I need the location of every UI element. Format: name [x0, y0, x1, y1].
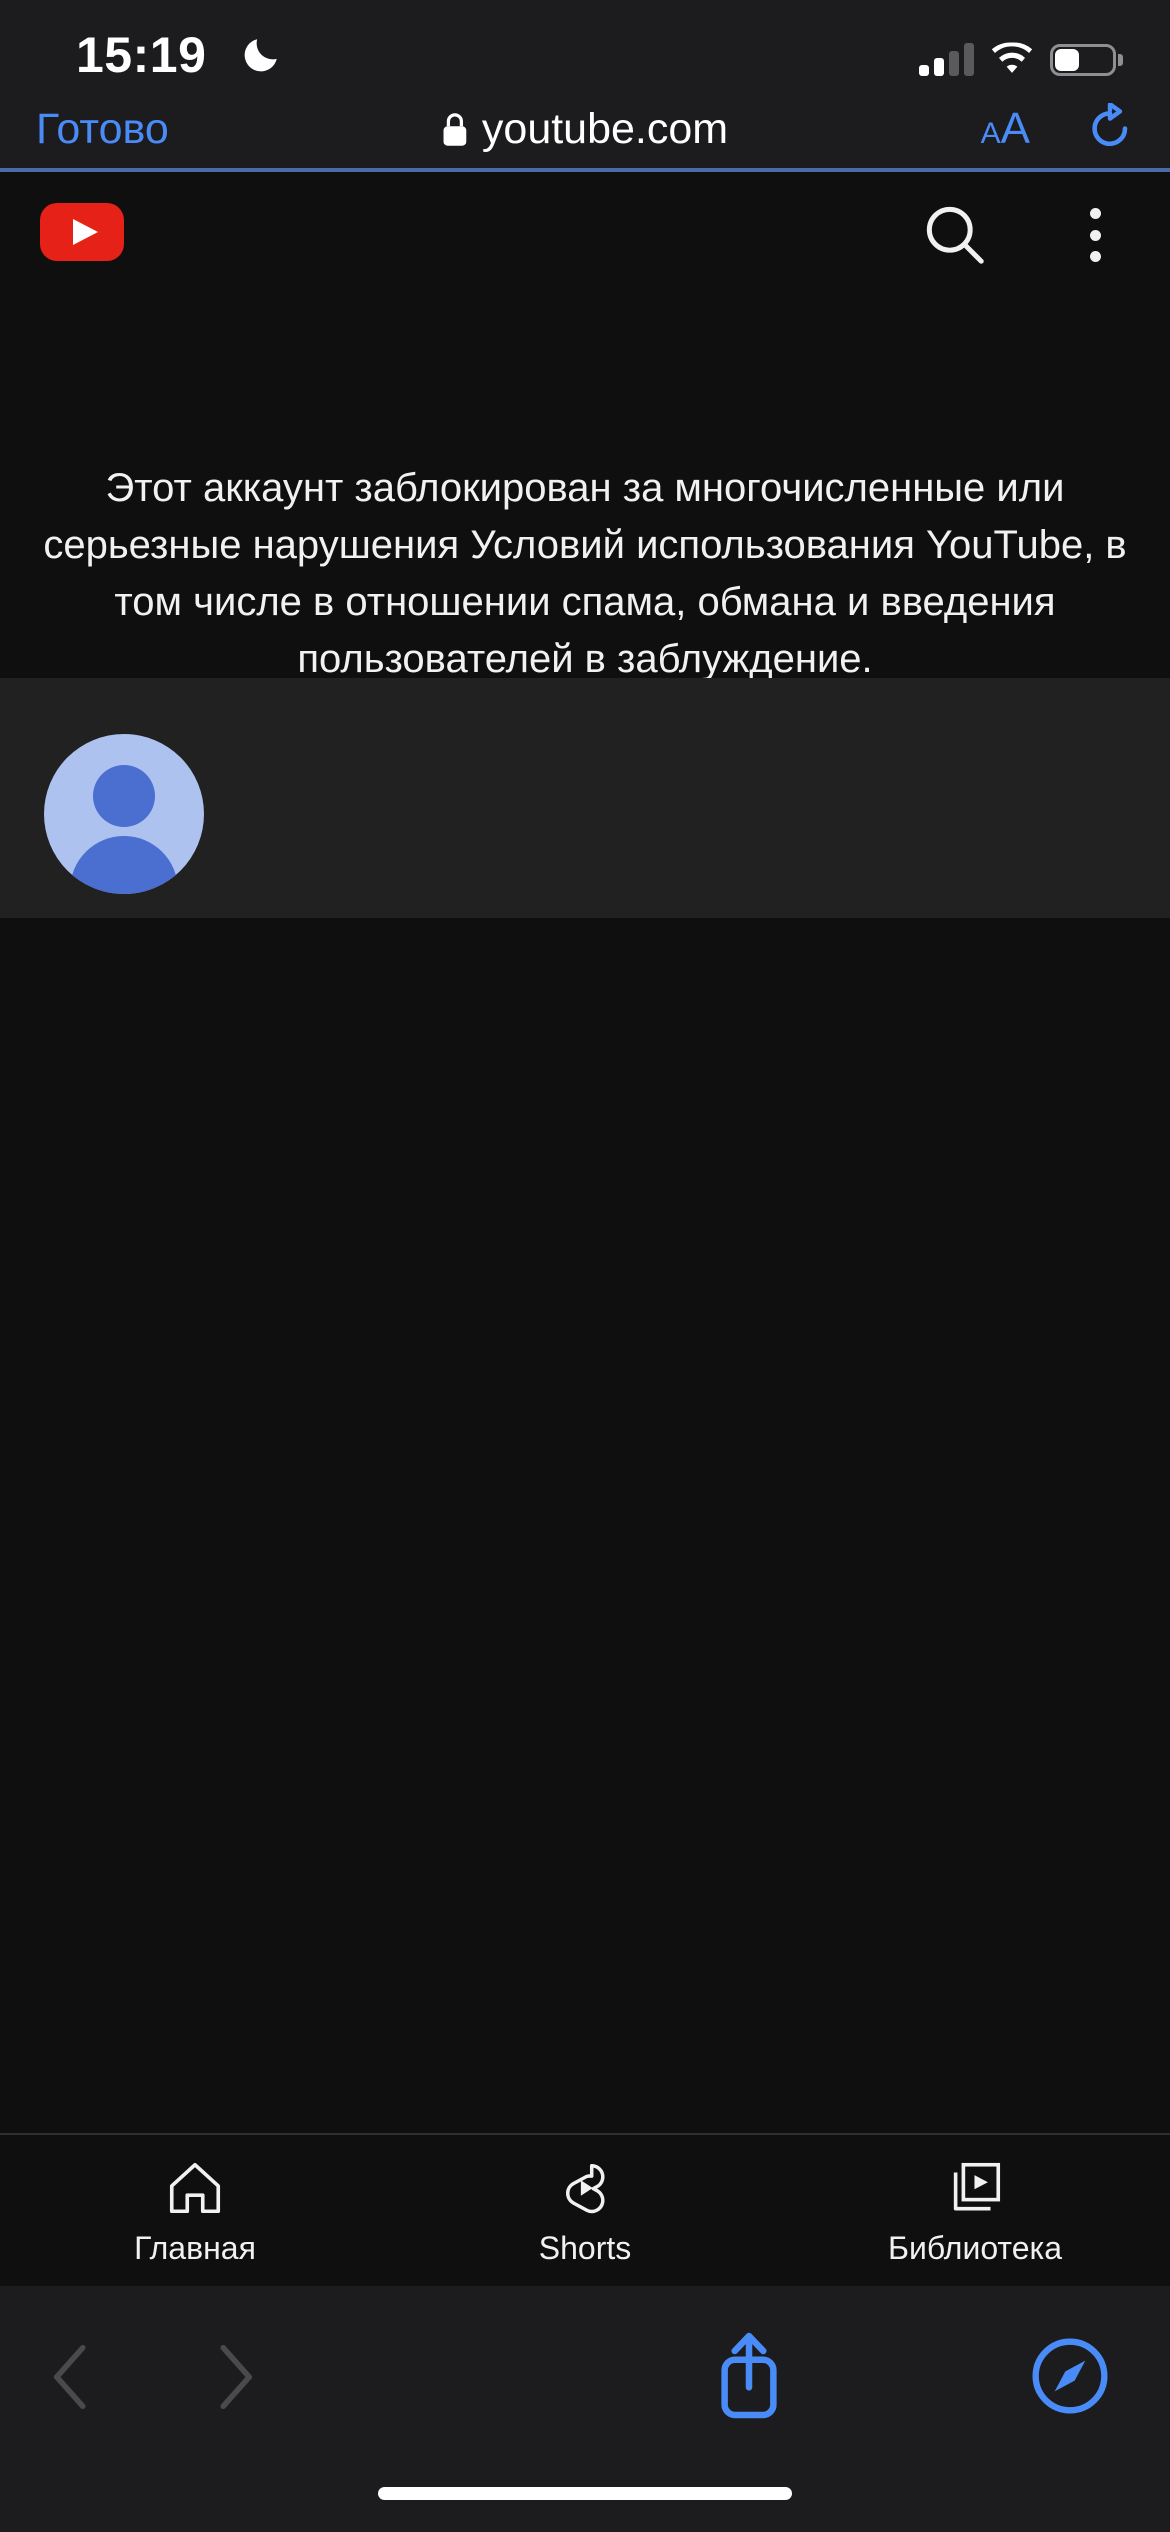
text-size-icon[interactable]: AA [981, 107, 1030, 151]
safari-top-toolbar: Готово youtube.com AA [0, 86, 1170, 172]
reload-icon[interactable] [1086, 103, 1134, 155]
url-text: youtube.com [481, 105, 729, 153]
safari-bottom-toolbar [0, 2286, 1170, 2532]
channel-banner [0, 678, 1170, 918]
nav-item-shorts[interactable]: Shorts [390, 2135, 780, 2267]
share-icon[interactable] [710, 2330, 788, 2422]
home-icon [169, 2162, 221, 2214]
chevron-right-icon[interactable] [194, 2338, 272, 2416]
status-bar-clock: 15:19 [76, 27, 207, 83]
library-icon [953, 2162, 1001, 2211]
account-terminated-notice: Этот аккаунт заблокирован за многочислен… [0, 284, 1170, 681]
cellular-signal-icon [919, 42, 974, 76]
kebab-menu-icon[interactable] [1070, 202, 1120, 268]
battery-icon [1050, 44, 1123, 76]
avatar-body [70, 836, 178, 894]
nav-label-home: Главная [134, 2230, 256, 2266]
search-icon[interactable] [920, 200, 990, 270]
youtube-header [0, 172, 1170, 284]
wifi-icon [991, 42, 1033, 73]
youtube-logo-icon[interactable] [40, 203, 124, 261]
default-avatar-icon[interactable] [44, 734, 204, 894]
home-indicator [378, 2487, 792, 2500]
text-size-small-a: A [980, 117, 1001, 150]
shorts-icon [566, 2164, 605, 2214]
done-button[interactable]: Готово [36, 104, 169, 154]
nav-label-shorts: Shorts [538, 2230, 632, 2266]
status-bar-indicators [919, 36, 1123, 76]
nav-label-library: Библиотека [888, 2230, 1062, 2266]
text-size-big-a: A [1000, 104, 1030, 153]
safari-compass-icon[interactable] [1030, 2336, 1110, 2416]
empty-content-area [0, 918, 1170, 2133]
avatar-head [93, 765, 155, 827]
crescent-moon-icon [244, 39, 277, 72]
chevron-left-icon[interactable] [34, 2338, 112, 2416]
warning-message-text: Этот аккаунт заблокирован за многочислен… [43, 466, 1127, 681]
iphone-screen: 15:19 Готово youtube.com AA Этот аккаунт… [0, 0, 1170, 2532]
youtube-bottom-nav: Главная Shorts Библиотека [0, 2133, 1170, 2286]
nav-item-library[interactable]: Библиотека [780, 2135, 1170, 2267]
nav-item-home[interactable]: Главная [0, 2135, 390, 2267]
lock-icon [443, 112, 467, 146]
address-bar[interactable]: youtube.com [442, 105, 728, 153]
